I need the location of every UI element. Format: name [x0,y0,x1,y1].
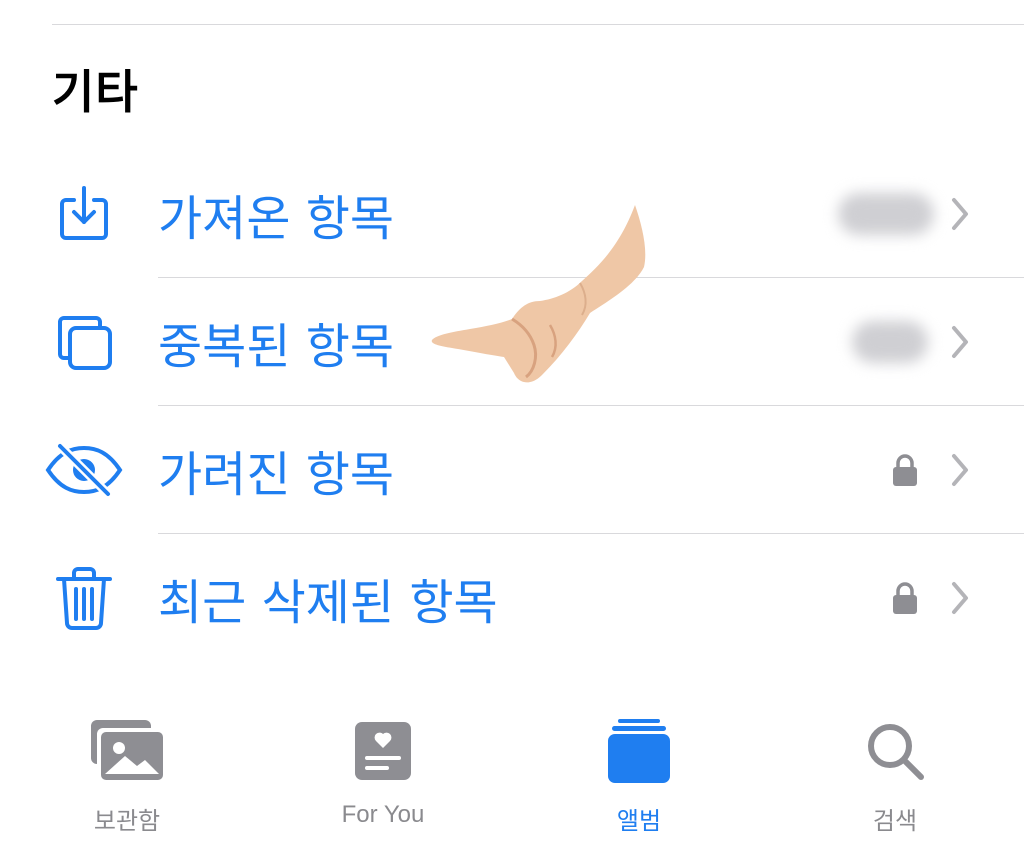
tab-for-you[interactable]: For You [293,705,473,850]
lock-icon [893,582,917,614]
top-divider [52,24,1024,25]
for-you-icon [341,715,425,787]
section-title: 기타 [52,65,139,119]
import-icon [44,174,124,254]
pointing-hand-overlay [431,205,646,383]
tab-search-label: 검색 [872,808,918,835]
duplicates-label: 중복된 항목 [158,319,395,375]
hidden-label: 가려진 항목 [158,447,395,503]
trash-icon [44,558,124,638]
search-icon [853,715,937,787]
tab-for-you-label: For You [341,801,425,828]
chevron-right-icon [952,454,968,486]
albums-icon [597,715,681,787]
imports-label: 가져온 항목 [158,191,395,247]
recently-deleted-row[interactable]: 최근 삭제된 항목 [0,534,1024,662]
chevron-right-icon [952,582,968,614]
eye-slash-icon [44,430,124,510]
lock-icon [893,454,917,486]
hidden-row[interactable]: 가려진 항목 [0,406,1024,534]
photos-library-icon [85,715,169,787]
recently-deleted-label: 최근 삭제된 항목 [158,575,498,631]
tab-library-label: 보관함 [93,808,161,835]
tab-bar: 보관함 For You 앨범 검색 [0,705,1024,850]
blurred-count [838,193,934,235]
duplicate-icon [44,302,124,382]
chevron-right-icon [952,326,968,358]
tab-library[interactable]: 보관함 [37,705,217,850]
blurred-count [852,321,928,363]
tab-search[interactable]: 검색 [805,705,985,850]
tab-albums-label: 앨범 [616,808,662,835]
chevron-right-icon [952,198,968,230]
tab-albums[interactable]: 앨범 [549,705,729,850]
